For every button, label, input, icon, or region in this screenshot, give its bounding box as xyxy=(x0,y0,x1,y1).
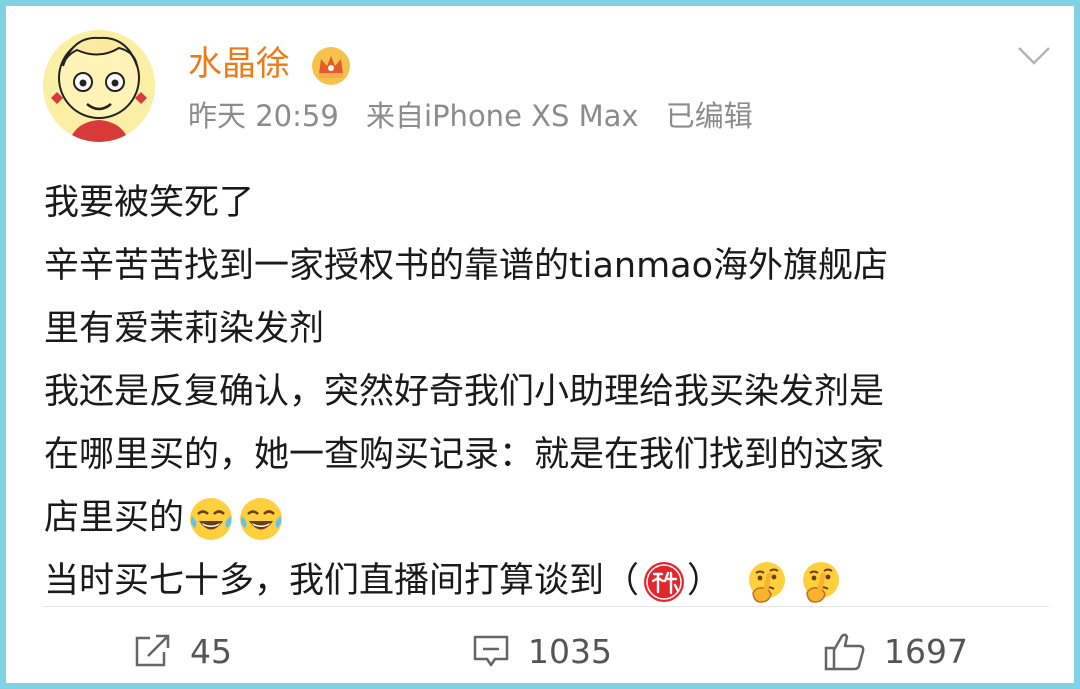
comment-count: 1035 xyxy=(528,631,612,671)
chevron-down-icon[interactable] xyxy=(1016,44,1052,68)
username[interactable]: 水晶徐 xyxy=(188,42,290,86)
content-line: 里有爱茉莉染发剂 xyxy=(44,309,325,349)
comment-button[interactable]: 1035 xyxy=(472,626,612,676)
divider xyxy=(43,606,1049,607)
post-time: 昨天 20:59 xyxy=(188,99,339,133)
thumbs-up-icon xyxy=(824,633,865,671)
edited-label[interactable]: 已编辑 xyxy=(666,99,753,133)
content-line: 我还是反复确认，突然好奇我们小助理给我买染发剂是 xyxy=(44,372,885,412)
content-line-with-emoji: 当时买七十多，我们直播间打算谈到（ ） xyxy=(44,550,1054,613)
content-text: 店里买的 xyxy=(44,498,185,538)
crown-vip-icon[interactable] xyxy=(311,46,351,86)
like-button[interactable]: 1697 xyxy=(824,626,968,676)
repost-count: 45 xyxy=(190,631,232,671)
laugh-cry-emoji xyxy=(238,496,284,542)
avatar[interactable] xyxy=(43,30,155,142)
post-source[interactable]: 来自iPhone XS Max xyxy=(366,99,639,133)
repost-button[interactable]: 45 xyxy=(134,626,232,676)
content-line-with-emoji: 店里买的 xyxy=(44,487,1054,550)
content-line: 我要被笑死了 xyxy=(44,183,255,223)
laugh-cry-emoji xyxy=(188,496,234,542)
repost-icon xyxy=(135,634,170,667)
content-text: ） xyxy=(687,561,723,601)
post-meta: 昨天 20:59 来自iPhone XS Max 已编辑 xyxy=(188,96,771,136)
content-line: 辛辛苦苦找到一家授权书的靠谱的tianmao海外旗舰店 xyxy=(44,246,889,286)
content-text: 当时买七十多，我们直播间打算谈到（ xyxy=(44,561,640,601)
post-content: 我要被笑死了 辛辛苦苦找到一家授权书的靠谱的tianmao海外旗舰店 里有爱茉莉… xyxy=(44,172,1054,613)
like-count: 1697 xyxy=(884,631,968,671)
content-line: 在哪里买的，她一查购买记录：就是在我们找到的这家 xyxy=(44,435,885,475)
weibo-post-card: 水晶徐 昨天 20:59 来自iPhone XS Max 已编辑 我要被笑死了 … xyxy=(0,0,1080,689)
avatar-illustration-icon xyxy=(43,30,155,142)
secret-emoji xyxy=(641,559,687,605)
thinking-emoji xyxy=(744,559,790,605)
comment-icon xyxy=(473,635,509,667)
thinking-emoji xyxy=(798,559,844,605)
